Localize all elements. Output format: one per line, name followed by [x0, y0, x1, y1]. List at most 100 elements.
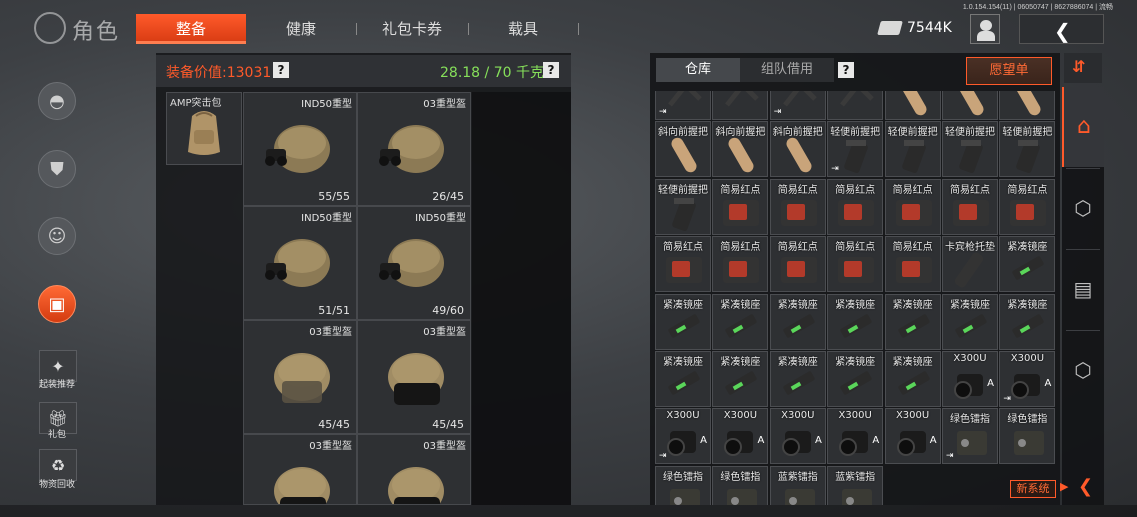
- tab-warehouse[interactable]: 仓库: [656, 58, 740, 82]
- inventory-item[interactable]: 简易红点: [712, 236, 769, 293]
- equipment-value-help-button[interactable]: ?: [273, 62, 289, 78]
- inventory-item[interactable]: [827, 91, 884, 120]
- inventory-item[interactable]: 轻便前握把: [884, 121, 941, 178]
- helmet-slot[interactable]: IND50重型 55/55: [243, 92, 357, 206]
- inventory-item[interactable]: 紧凑镜座: [769, 351, 826, 407]
- item-name: X300U: [723, 410, 758, 422]
- tab-gift-cards[interactable]: 礼包卡券: [356, 14, 468, 44]
- inventory-item[interactable]: 紧凑镜座: [884, 351, 941, 407]
- inventory-item[interactable]: 紧凑镜座: [769, 293, 826, 350]
- helmet-slot[interactable]: 03重型盔 45/45: [243, 320, 357, 434]
- inventory-item[interactable]: 绿色镭指 ⇥: [942, 408, 998, 465]
- inventory-item[interactable]: 紧凑镜座: [884, 293, 941, 350]
- helmet-slot[interactable]: 03重型盔: [357, 434, 471, 505]
- tab-health[interactable]: 健康: [246, 14, 356, 44]
- inventory-item[interactable]: 蓝紫镭指: [769, 465, 826, 505]
- sidebar-briefcase-button[interactable]: ▣: [38, 285, 76, 323]
- inventory-item[interactable]: X300U ⇥ A: [999, 351, 1056, 407]
- item-name: 轻便前握把: [1002, 127, 1053, 139]
- item-name: 蓝紫镭指: [835, 471, 876, 483]
- inventory-item[interactable]: 蓝紫镭指: [827, 465, 884, 505]
- backpack-name: AMP突击包: [170, 98, 222, 109]
- inventory-item[interactable]: 绿色镭指: [655, 465, 711, 505]
- category-box-button[interactable]: ⬡: [1062, 168, 1104, 248]
- inventory-item[interactable]: 卡宾枪托垫: [942, 236, 998, 293]
- wishlist-button[interactable]: 愿望单: [966, 57, 1052, 85]
- sidebar-helmet-button[interactable]: ◓: [38, 82, 76, 120]
- inventory-item[interactable]: 简易红点: [655, 236, 711, 293]
- inventory-item[interactable]: 紧凑镜座: [999, 236, 1056, 293]
- inventory-item[interactable]: 简易红点: [884, 178, 941, 235]
- tab-team-borrow[interactable]: 组队借用: [740, 58, 834, 82]
- inventory-item[interactable]: 简易红点: [884, 236, 941, 293]
- collapse-panel-button[interactable]: ❮: [1070, 476, 1100, 502]
- inventory-item[interactable]: 紧凑镜座: [655, 351, 711, 407]
- inventory-item[interactable]: [942, 91, 998, 120]
- inventory-item[interactable]: 紧凑镜座: [999, 293, 1056, 350]
- inventory-item[interactable]: 紧凑镜座: [942, 293, 998, 350]
- inventory-item[interactable]: 简易红点: [942, 178, 998, 235]
- category-ammo-box-button[interactable]: ▤: [1062, 249, 1104, 329]
- item-name: 蓝紫镭指: [777, 471, 818, 483]
- inventory-item[interactable]: 紧凑镜座: [827, 351, 884, 407]
- helmet-slot[interactable]: 03重型盔 45/45: [357, 320, 471, 434]
- item-name: 紧凑镜座: [663, 299, 703, 311]
- item-name: X300U: [1010, 353, 1045, 364]
- inventory-item[interactable]: [999, 91, 1056, 120]
- back-button[interactable]: ❮: [1019, 14, 1104, 44]
- sidebar-face-button[interactable]: ☺: [38, 217, 76, 255]
- helmet-slot[interactable]: 03重型盔 26/45: [357, 92, 471, 206]
- inventory-item[interactable]: ⇥: [655, 91, 711, 120]
- inventory-item[interactable]: X300U A: [884, 408, 941, 465]
- inventory-item[interactable]: 简易红点: [827, 236, 884, 293]
- inventory-item[interactable]: 简易红点: [769, 178, 826, 235]
- inventory-item[interactable]: [884, 91, 941, 120]
- inventory-item[interactable]: 轻便前握把: [655, 178, 711, 235]
- inventory-item[interactable]: ⇥: [769, 91, 826, 120]
- sidebar-vest-button[interactable]: ⛊: [38, 150, 76, 188]
- inventory-item[interactable]: X300U A: [827, 408, 884, 465]
- currency-display[interactable]: 7544K: [873, 14, 963, 44]
- helmet-name: 03重型盔: [423, 327, 466, 338]
- inventory-item[interactable]: 简易红点: [712, 178, 769, 235]
- inventory-item[interactable]: 斜向前握把: [655, 121, 711, 178]
- inventory-item[interactable]: [712, 91, 769, 120]
- briefcase-icon: ▣: [48, 294, 66, 315]
- inventory-item[interactable]: 绿色镭指: [999, 408, 1056, 465]
- inventory-item[interactable]: X300U A: [712, 408, 769, 465]
- helmet-icon: [258, 109, 338, 187]
- money-icon: [877, 21, 903, 35]
- inventory-item[interactable]: 斜向前握把: [712, 121, 769, 178]
- inventory-item[interactable]: 简易红点: [999, 178, 1056, 235]
- inventory-item[interactable]: 紧凑镜座: [655, 293, 711, 350]
- category-home-button[interactable]: ⌂: [1062, 87, 1104, 167]
- inventory-item[interactable]: 简易红点: [769, 236, 826, 293]
- tab-gear[interactable]: 整备: [136, 14, 246, 44]
- inventory-item[interactable]: 轻便前握把: [942, 121, 998, 178]
- inventory-item[interactable]: 紧凑镜座: [712, 351, 769, 407]
- inventory-item[interactable]: X300U A: [769, 408, 826, 465]
- chevron-left-icon: ❮: [1054, 19, 1071, 43]
- inventory-item[interactable]: 紧凑镜座: [712, 293, 769, 350]
- helmet-slot[interactable]: IND50重型 51/51: [243, 206, 357, 320]
- inventory-item[interactable]: 绿色镭指: [712, 465, 769, 505]
- weight-help-button[interactable]: ?: [543, 62, 559, 78]
- new-system-button[interactable]: 新系统: [1010, 480, 1056, 498]
- helmet-slot[interactable]: 03重型盔: [243, 434, 357, 505]
- inventory-item[interactable]: 紧凑镜座: [827, 293, 884, 350]
- avatar-button[interactable]: [970, 14, 1000, 44]
- inventory-item[interactable]: X300U A: [942, 351, 998, 407]
- tab-vehicles[interactable]: 载具: [468, 14, 578, 44]
- sort-toggle-button[interactable]: ⇵: [1064, 53, 1102, 83]
- category-box-button-2[interactable]: ⬡: [1062, 330, 1104, 410]
- helmet-slot[interactable]: IND50重型 49/60: [357, 206, 471, 320]
- inventory-item[interactable]: 斜向前握把: [769, 121, 826, 178]
- loadout-recommend-label: 起装推荐: [38, 380, 75, 390]
- inventory-item[interactable]: 轻便前握把: [999, 121, 1056, 178]
- inventory-item[interactable]: 简易红点: [827, 178, 884, 235]
- item-name: X300U: [666, 410, 700, 422]
- item-name: 简易红点: [1007, 184, 1048, 196]
- inventory-help-button[interactable]: ?: [838, 62, 854, 78]
- inventory-item[interactable]: 轻便前握把 ⇥: [827, 121, 884, 178]
- inventory-item[interactable]: X300U ⇥ A: [655, 408, 711, 465]
